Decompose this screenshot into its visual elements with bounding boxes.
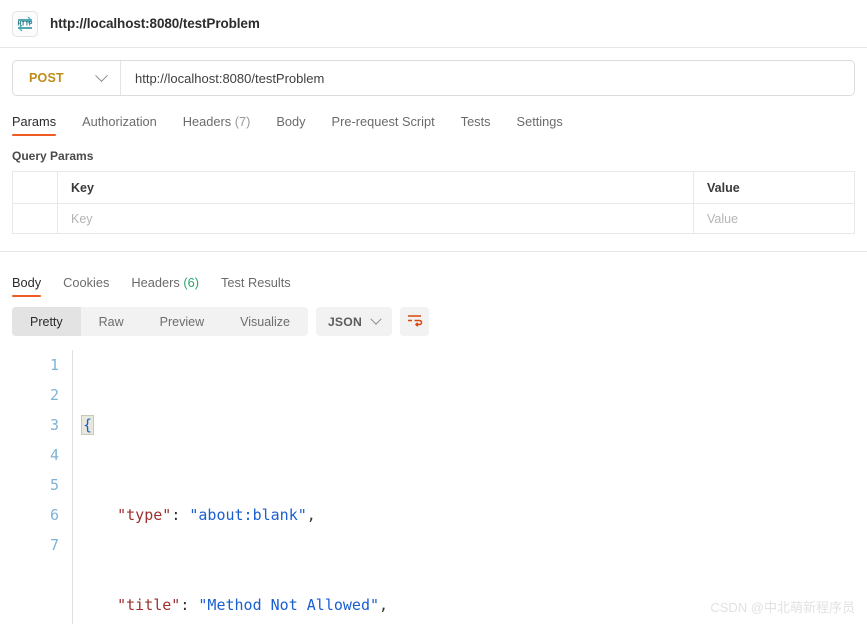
word-wrap-icon <box>406 311 423 333</box>
tab-settings-label: Settings <box>516 114 563 129</box>
http-protocol-icon: HTTP <box>12 10 38 37</box>
select-all-cell[interactable] <box>13 172 58 203</box>
tab-headers-count: (7) <box>234 114 251 129</box>
row-checkbox-cell[interactable] <box>13 204 58 233</box>
column-header-value-label: Value <box>707 180 740 195</box>
line-number: 7 <box>49 536 59 554</box>
tab-authorization-label: Authorization <box>82 114 157 129</box>
param-key-placeholder: Key <box>71 211 93 226</box>
json-open-brace: { <box>81 415 95 435</box>
view-mode-pretty[interactable]: Pretty <box>12 307 81 336</box>
param-value-input[interactable]: Value <box>694 204 854 233</box>
view-mode-pretty-label: Pretty <box>30 314 63 329</box>
response-format-select[interactable]: JSON <box>315 307 392 336</box>
page-title: http://localhost:8080/testProblem <box>50 16 260 31</box>
json-code-content: { "type": "about:blank", "title": "Metho… <box>72 350 867 624</box>
tab-tests[interactable]: Tests <box>461 114 491 136</box>
view-mode-segmented-control: Pretty Raw Preview Visualize <box>12 307 308 336</box>
view-mode-visualize-label: Visualize <box>240 314 290 329</box>
column-header-key-label: Key <box>71 180 94 195</box>
response-body-viewer[interactable]: 1 2 3 4 5 6 7 { "type": "about:blank", "… <box>0 350 867 624</box>
response-tab-test-results-label: Test Results <box>220 275 291 290</box>
postman-window: HTTP http://localhost:8080/testProblem P… <box>0 0 867 624</box>
view-mode-raw-label: Raw <box>98 314 124 329</box>
query-params-table: Key Value Key Value <box>12 171 855 234</box>
view-mode-raw[interactable]: Raw <box>81 307 142 336</box>
response-tab-body-label: Body <box>12 275 42 290</box>
line-number-gutter: 1 2 3 4 5 6 7 <box>0 350 72 624</box>
tab-settings[interactable]: Settings <box>517 114 563 136</box>
tab-pre-request-script-label: Pre-request Script <box>331 114 435 129</box>
chevron-down-icon <box>370 313 382 325</box>
code-line-1: { <box>81 410 867 440</box>
tab-pre-request-script[interactable]: Pre-request Script <box>332 114 435 136</box>
query-params-label: Query Params <box>12 149 94 163</box>
line-number: 1 <box>49 356 59 374</box>
line-number: 6 <box>49 506 59 524</box>
response-tab-headers[interactable]: Headers (6) <box>131 275 199 297</box>
response-tabs: Body Cookies Headers (6) Test Results <box>0 266 867 297</box>
line-number: 5 <box>49 476 59 494</box>
line-number: 2 <box>49 386 59 404</box>
view-mode-visualize[interactable]: Visualize <box>222 307 308 336</box>
tab-headers[interactable]: Headers (7) <box>183 114 251 136</box>
section-divider <box>0 251 867 252</box>
method-label: POST <box>29 71 64 85</box>
json-comma: , <box>379 596 389 614</box>
response-tab-body[interactable]: Body <box>12 275 42 297</box>
request-tabs: Params Authorization Headers (7) Body Pr… <box>0 106 867 136</box>
json-colon: : <box>180 596 190 614</box>
line-number: 3 <box>49 416 59 434</box>
json-key-type: "type" <box>117 506 172 524</box>
json-key-title: "title" <box>117 596 181 614</box>
url-value: http://localhost:8080/testProblem <box>135 70 325 86</box>
tab-authorization[interactable]: Authorization <box>82 114 157 136</box>
word-wrap-button[interactable] <box>399 307 429 336</box>
svg-text:HTTP: HTTP <box>18 20 33 27</box>
code-line-2: "type": "about:blank", <box>81 500 867 530</box>
column-header-value: Value <box>694 172 854 203</box>
json-value-title: "Method Not Allowed" <box>198 596 380 614</box>
response-tab-cookies[interactable]: Cookies <box>63 275 109 297</box>
line-number: 4 <box>49 446 59 464</box>
json-comma: , <box>306 506 316 524</box>
url-bar-row: POST http://localhost:8080/testProblem <box>0 48 867 106</box>
response-tab-headers-count: (6) <box>183 275 199 290</box>
chevron-down-icon <box>95 68 108 82</box>
view-mode-preview[interactable]: Preview <box>142 307 222 336</box>
table-row: Key Value <box>13 203 854 234</box>
json-value-type: "about:blank" <box>189 506 307 524</box>
response-tab-cookies-label: Cookies <box>63 275 110 290</box>
tab-params-label: Params <box>12 114 57 129</box>
param-key-input[interactable]: Key <box>58 204 694 233</box>
method-selector[interactable]: POST <box>13 61 121 95</box>
tab-headers-label: Headers <box>182 114 232 129</box>
json-colon: : <box>171 506 181 524</box>
param-value-placeholder: Value <box>707 211 739 226</box>
tab-body[interactable]: Body <box>276 114 305 136</box>
response-format-value: JSON <box>327 314 362 329</box>
url-bar: POST http://localhost:8080/testProblem <box>12 60 855 96</box>
titlebar: HTTP http://localhost:8080/testProblem <box>0 0 867 48</box>
url-input[interactable]: http://localhost:8080/testProblem <box>121 61 854 95</box>
table-header-row: Key Value <box>13 172 854 203</box>
view-mode-preview-label: Preview <box>159 314 205 329</box>
response-view-toolbar: Pretty Raw Preview Visualize JSON <box>0 297 867 336</box>
response-tab-test-results[interactable]: Test Results <box>221 275 291 297</box>
tab-tests-label: Tests <box>460 114 491 129</box>
column-header-key: Key <box>58 172 694 203</box>
tab-params[interactable]: Params <box>12 114 57 136</box>
tab-body-label: Body <box>276 114 306 129</box>
response-tab-headers-label: Headers <box>131 275 180 290</box>
csdn-watermark: CSDN @中北萌新程序员 <box>710 600 855 615</box>
